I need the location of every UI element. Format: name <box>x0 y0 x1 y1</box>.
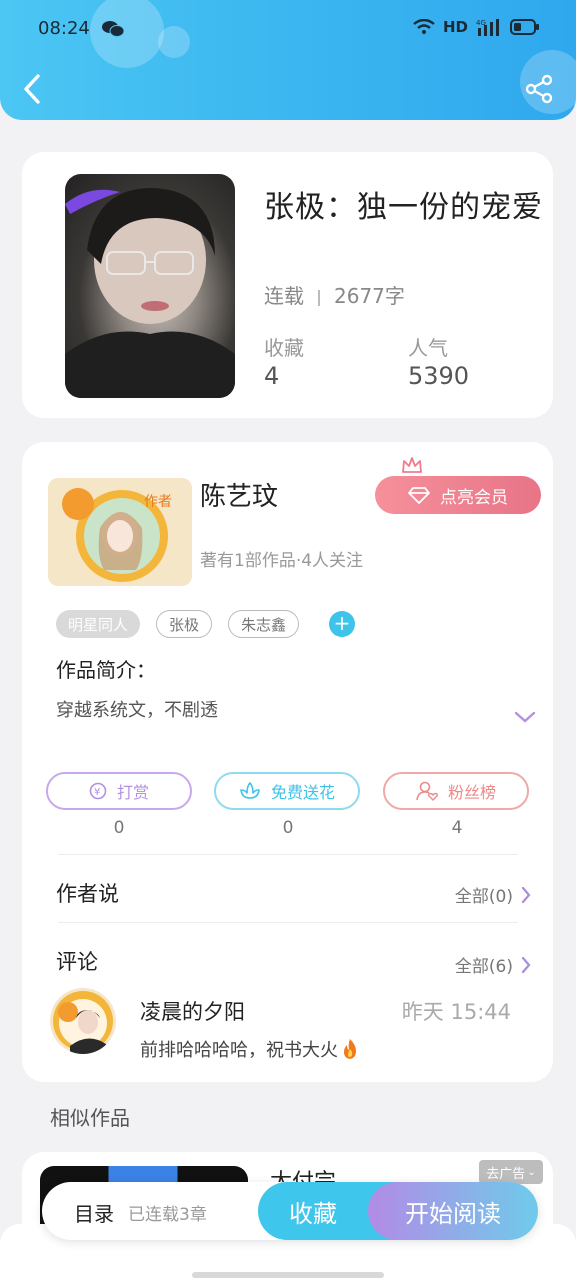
book-cover[interactable] <box>65 174 235 398</box>
fan-count: 4 <box>451 818 463 838</box>
author-says-label: 作者说 <box>56 882 119 906</box>
remove-ad-label: 去广告 <box>486 1166 526 1182</box>
toc-button[interactable]: 目录 <box>74 1198 114 1227</box>
vip-button[interactable]: 点亮会员 <box>375 476 541 514</box>
flower-count: 0 <box>282 818 294 838</box>
author-avatar-art: 作者 <box>62 488 172 582</box>
popularity-label: 人气 <box>408 336 448 360</box>
author-name[interactable]: 陈艺玟 <box>200 476 278 513</box>
tip-button[interactable]: ¥ 打赏 <box>46 772 192 810</box>
svg-text:¥: ¥ <box>94 787 100 798</box>
author-card: 作者 陈艺玟 点亮会员 著有1部作品·4人关注 明星同人 张极 朱志鑫 + 作品… <box>22 442 553 1082</box>
signal-icon: 4G <box>476 19 499 36</box>
word-count: 2677字 <box>334 284 405 308</box>
divider <box>58 922 518 923</box>
home-indicator[interactable] <box>192 1272 384 1278</box>
author-avatar[interactable]: 作者 <box>48 478 192 586</box>
favorites-label: 收藏 <box>264 336 304 360</box>
similar-works-title: 相似作品 <box>50 1106 130 1130</box>
book-status-line: 连载 2677字 <box>264 280 405 309</box>
comments-label: 评论 <box>56 950 98 974</box>
comment-text: 前排哈哈哈哈，祝书大火 <box>140 1036 360 1062</box>
commenter-name[interactable]: 凌晨的夕阳 <box>140 996 245 1026</box>
status-bar: 08:24 HD 4G <box>0 0 576 58</box>
serial-status: 连载 <box>264 284 304 308</box>
remove-ad-badge[interactable]: 去广告 ⌄ <box>479 1160 543 1184</box>
chapter-count: 已连载3章 <box>128 1205 207 1225</box>
intro-label: 作品简介： <box>56 658 156 682</box>
wechat-icon <box>102 21 124 37</box>
diamond-icon <box>408 487 430 504</box>
send-flower-label: 免费送花 <box>270 783 335 802</box>
chevron-down-icon: ⌄ <box>527 1166 536 1178</box>
author-says-link[interactable]: 全部(0) <box>455 882 531 907</box>
fan-ranking-label: 粉丝榜 <box>447 783 496 802</box>
commenter-avatar-art <box>53 991 113 1054</box>
vip-button-label: 点亮会员 <box>440 487 508 508</box>
author-says-count: 全部(0) <box>454 887 513 907</box>
tag-item[interactable]: 张极 <box>156 610 213 638</box>
comment-text-body: 前排哈哈哈哈，祝书大火 <box>140 1040 338 1061</box>
bottom-action-bar: 目录 已连载3章 收藏 开始阅读 <box>42 1182 538 1240</box>
tag-item[interactable]: 明星同人 <box>56 610 141 638</box>
divider <box>58 854 518 855</box>
tag-list: 明星同人 张极 朱志鑫 + <box>56 610 356 638</box>
separator <box>318 289 320 306</box>
chevron-down-icon[interactable] <box>514 710 536 724</box>
flower-icon <box>240 782 260 799</box>
comments-link[interactable]: 全部(6) <box>455 952 531 977</box>
start-reading-label: 开始阅读 <box>405 1199 501 1228</box>
cover-portrait <box>65 187 235 398</box>
status-time: 08:24 <box>38 18 90 39</box>
comment-time: 昨天 15:44 <box>401 1000 511 1024</box>
coin-icon: ¥ <box>89 782 107 800</box>
fan-ranking-button[interactable]: 粉丝榜 <box>383 772 529 810</box>
favorite-button-label: 收藏 <box>289 1199 337 1228</box>
book-info-card: 张极：独一份的宠爱 连载 2677字 收藏 4 人气 5390 <box>22 152 553 418</box>
favorites-value: 4 <box>264 362 280 390</box>
author-meta: 著有1部作品·4人关注 <box>200 551 364 571</box>
wifi-icon <box>413 19 435 34</box>
network-type: HD <box>442 18 468 36</box>
start-reading-button[interactable]: 开始阅读 <box>368 1182 538 1240</box>
share-icon[interactable] <box>524 74 554 104</box>
chevron-right-icon <box>521 886 531 903</box>
commenter-avatar[interactable] <box>50 988 116 1054</box>
popularity-value: 5390 <box>408 362 470 390</box>
tip-label: 打赏 <box>116 783 149 802</box>
header-bar: 08:24 HD 4G <box>0 0 576 120</box>
author-badge: 作者 <box>144 494 172 510</box>
fire-icon <box>344 1039 356 1059</box>
battery-icon <box>510 19 539 35</box>
person-heart-icon <box>416 781 438 801</box>
tip-count: 0 <box>113 818 125 838</box>
chevron-right-icon <box>521 956 531 973</box>
intro-text: 穿越系统文，不剧透 <box>56 700 218 721</box>
tag-item[interactable]: 朱志鑫 <box>228 610 300 638</box>
crown-icon <box>402 457 422 473</box>
comments-count: 全部(6) <box>454 957 513 977</box>
book-title: 张极：独一份的宠爱 <box>264 190 543 225</box>
send-flower-button[interactable]: 免费送花 <box>214 772 360 810</box>
add-tag-button[interactable]: + <box>329 611 356 637</box>
back-icon[interactable] <box>20 72 44 106</box>
